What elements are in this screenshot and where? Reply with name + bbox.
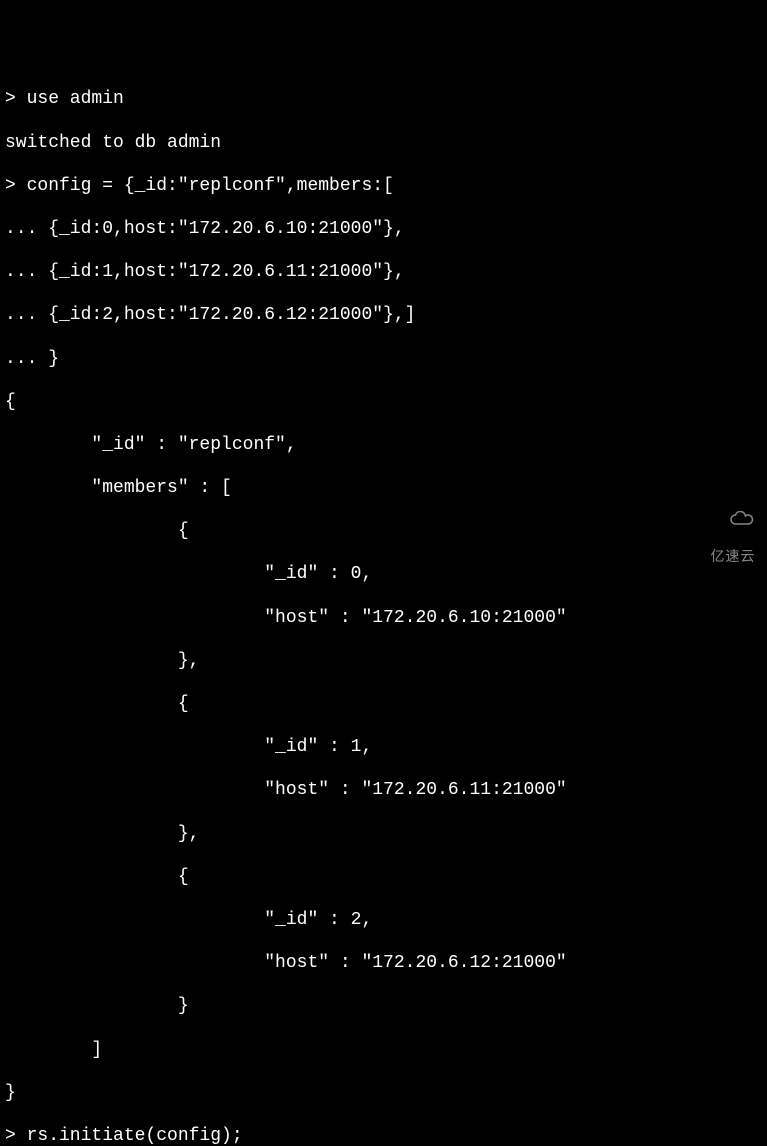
terminal-line: "host" : "172.20.6.12:21000" [5,953,762,975]
terminal-line: "_id" : "replconf", [5,435,762,457]
terminal-line: "_id" : 1, [5,737,762,759]
terminal-line: "members" : [ [5,478,762,500]
terminal-line: ... } [5,349,762,371]
terminal-line: } [5,996,762,1018]
terminal-line: }, [5,651,762,673]
watermark-text: 亿速云 [710,548,755,564]
terminal-line: { [5,521,762,543]
terminal-line: ] [5,1040,762,1062]
terminal-line: ... {_id:2,host:"172.20.6.12:21000"},] [5,305,762,327]
terminal-line: "host" : "172.20.6.11:21000" [5,780,762,802]
terminal-line: > rs.initiate(config); [5,1126,762,1146]
cloud-icon [710,494,754,547]
terminal-line: }, [5,824,762,846]
terminal-line: { [5,392,762,414]
terminal-line: { [5,694,762,716]
terminal-line: ... {_id:0,host:"172.20.6.10:21000"}, [5,219,762,241]
terminal-line: switched to db admin [5,133,762,155]
watermark: 亿速云 [701,477,757,565]
terminal-line: > use admin [5,89,762,111]
terminal-line: "_id" : 2, [5,910,762,932]
terminal-line: } [5,1083,762,1105]
terminal-line: "_id" : 0, [5,564,762,586]
terminal-line: "host" : "172.20.6.10:21000" [5,608,762,630]
terminal-line: > config = {_id:"replconf",members:[ [5,176,762,198]
terminal-line: { [5,867,762,889]
terminal-line: ... {_id:1,host:"172.20.6.11:21000"}, [5,262,762,284]
